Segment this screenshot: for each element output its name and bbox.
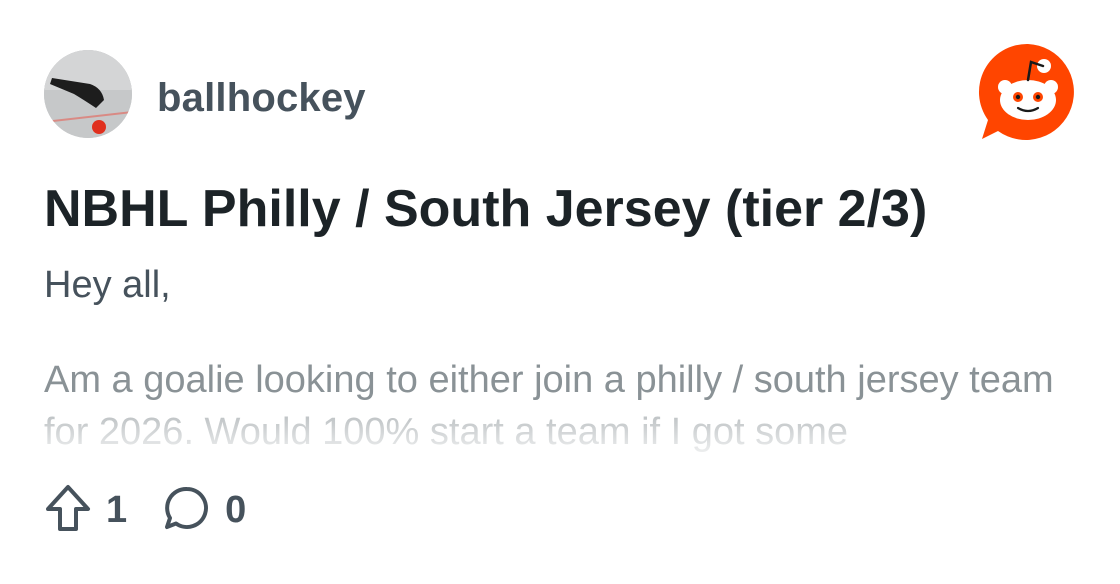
post-stats: 1 0 — [44, 482, 246, 538]
comments-button[interactable]: 0 — [163, 484, 246, 537]
post-excerpt-text: Am a goalie looking to either join a phi… — [44, 359, 1054, 453]
post-card[interactable]: ballhockey NBHL Philly / South Jersey (t… — [0, 0, 1120, 584]
post-title[interactable]: NBHL Philly / South Jersey (tier 2/3) — [44, 178, 927, 240]
upvote-arrow-icon — [44, 483, 92, 538]
comment-bubble-icon — [163, 484, 211, 537]
post-excerpt: Am a goalie looking to either join a phi… — [44, 354, 1084, 454]
upvote-button[interactable]: 1 — [44, 483, 127, 538]
reddit-logo — [978, 42, 1078, 142]
user-avatar[interactable] — [44, 50, 132, 138]
comment-count: 0 — [225, 489, 247, 531]
upvote-count: 1 — [106, 489, 128, 531]
post-greeting: Hey all, — [44, 264, 171, 306]
username[interactable]: ballhockey — [157, 74, 366, 122]
